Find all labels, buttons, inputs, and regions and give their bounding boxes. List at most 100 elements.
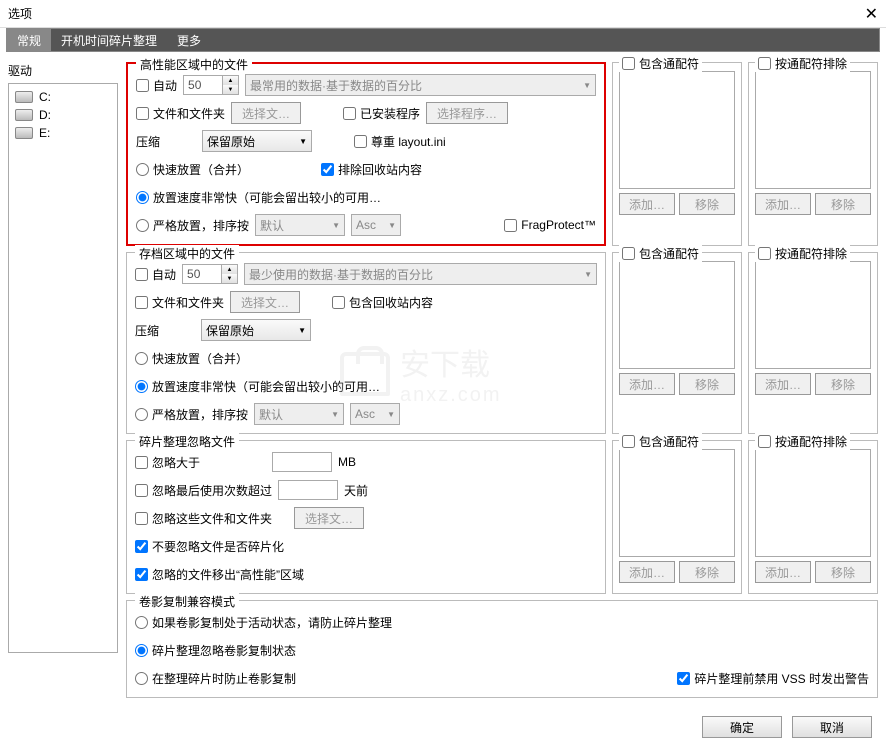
days-input[interactable]	[278, 480, 338, 500]
exclude-wildcard-list[interactable]	[755, 71, 871, 189]
exclude-wildcard-list[interactable]	[755, 261, 871, 369]
auto-spinner[interactable]: ▲▼	[183, 75, 239, 95]
sort-dir-select[interactable]: Asc▼	[350, 403, 400, 425]
tab-general[interactable]: 常规	[7, 29, 51, 51]
tab-boot-defrag[interactable]: 开机时间碎片整理	[51, 29, 167, 51]
add-button[interactable]: 添加…	[755, 373, 811, 395]
data-select[interactable]: 最少使用的数据·基于数据的百分比▼	[244, 263, 597, 285]
drive-icon	[15, 127, 33, 139]
chevron-down-icon: ▼	[387, 410, 395, 419]
cancel-button[interactable]: 取消	[792, 716, 872, 738]
select-programs-button[interactable]: 选择程序…	[426, 102, 508, 124]
compress-label: 压缩	[136, 133, 196, 150]
add-button[interactable]: 添加…	[755, 561, 811, 583]
sort-select[interactable]: 默认▼	[255, 214, 345, 236]
include-wildcard-list[interactable]	[619, 449, 735, 557]
ignore-these-checkbox[interactable]: 忽略这些文件和文件夹	[135, 510, 272, 527]
chevron-up-icon: ▲	[222, 265, 237, 274]
drives-list[interactable]: C: D: E:	[8, 83, 118, 653]
select-files-button[interactable]: 选择文…	[231, 102, 301, 124]
very-fast-radio[interactable]: 放置速度非常快（可能会留出较小的可用…	[135, 378, 380, 395]
ignore-title: 碎片整理忽略文件	[135, 433, 239, 450]
ok-button[interactable]: 确定	[702, 716, 782, 738]
add-button[interactable]: 添加…	[619, 561, 675, 583]
sort-select[interactable]: 默认▼	[254, 403, 344, 425]
chevron-down-icon: ▼	[331, 410, 339, 419]
remove-button[interactable]: 移除	[679, 561, 735, 583]
chevron-down-icon: ▼	[299, 137, 307, 146]
compress-select[interactable]: 保留原始▼	[201, 319, 311, 341]
vss-warn-checkbox[interactable]: 碎片整理前禁用 VSS 时发出警告	[677, 670, 869, 687]
ignore-larger-checkbox[interactable]: 忽略大于	[135, 454, 200, 471]
archive-title: 存档区域中的文件	[135, 245, 239, 262]
fragprotect-checkbox[interactable]: FragProtect™	[504, 218, 596, 232]
remove-button[interactable]: 移除	[815, 561, 871, 583]
strict-place-radio[interactable]: 严格放置，排序按	[136, 217, 249, 234]
volume-title: 卷影复制兼容模式	[135, 593, 239, 610]
chevron-down-icon: ▼	[388, 221, 396, 230]
exclude-wildcard-box: 按通配符排除 添加…移除	[748, 62, 878, 246]
vss-opt1-radio[interactable]: 如果卷影复制处于活动状态，请防止碎片整理	[135, 614, 392, 631]
window-title: 选项	[8, 5, 32, 22]
high-perf-title: 高性能区域中的文件	[136, 56, 252, 73]
vss-opt2-radio[interactable]: 碎片整理忽略卷影复制状态	[135, 642, 296, 659]
fast-place-radio[interactable]: 快速放置（合并）	[135, 350, 248, 367]
fast-place-radio[interactable]: 快速放置（合并）	[136, 161, 249, 178]
remove-button[interactable]: 移除	[815, 373, 871, 395]
drive-item-e[interactable]: E:	[13, 124, 113, 142]
drive-icon	[15, 109, 33, 121]
exclude-wildcard-checkbox[interactable]: 按通配符排除	[758, 245, 847, 262]
drives-label: 驱动	[8, 62, 118, 79]
chevron-down-icon: ▼	[222, 274, 237, 283]
include-recycle-checkbox[interactable]: 包含回收站内容	[332, 294, 433, 311]
tab-bar: 常规 开机时间碎片整理 更多	[6, 28, 880, 52]
very-fast-radio[interactable]: 放置速度非常快（可能会留出较小的可用…	[136, 189, 381, 206]
add-button[interactable]: 添加…	[619, 193, 675, 215]
remove-button[interactable]: 移除	[679, 373, 735, 395]
data-select[interactable]: 最常用的数据·基于数据的百分比▼	[245, 74, 596, 96]
drive-item-d[interactable]: D:	[13, 106, 113, 124]
ignore-last-use-checkbox[interactable]: 忽略最后使用次数超过	[135, 482, 272, 499]
close-icon[interactable]: ✕	[865, 4, 878, 24]
chevron-down-icon: ▼	[223, 85, 238, 94]
compress-select[interactable]: 保留原始▼	[202, 130, 312, 152]
include-wildcard-checkbox[interactable]: 包含通配符	[622, 433, 699, 450]
chevron-down-icon: ▼	[583, 81, 591, 90]
exclude-wildcard-box: 按通配符排除 添加…移除	[748, 440, 878, 594]
exclude-wildcard-checkbox[interactable]: 按通配符排除	[758, 433, 847, 450]
select-files-button[interactable]: 选择文…	[294, 507, 364, 529]
exclude-wildcard-checkbox[interactable]: 按通配符排除	[758, 55, 847, 72]
include-wildcard-checkbox[interactable]: 包含通配符	[622, 55, 699, 72]
not-ignore-frag-checkbox[interactable]: 不要忽略文件是否碎片化	[135, 538, 284, 555]
tab-more[interactable]: 更多	[167, 29, 211, 51]
files-folders-checkbox[interactable]: 文件和文件夹	[136, 105, 225, 122]
respect-layout-checkbox[interactable]: 尊重 layout.ini	[354, 133, 446, 150]
archive-group: 存档区域中的文件 自动 ▲▼ 最少使用的数据·基于数据的百分比▼ 文件和文件夹 …	[126, 252, 606, 434]
add-button[interactable]: 添加…	[755, 193, 811, 215]
remove-button[interactable]: 移除	[679, 193, 735, 215]
files-folders-checkbox[interactable]: 文件和文件夹	[135, 294, 224, 311]
remove-button[interactable]: 移除	[815, 193, 871, 215]
volume-group: 卷影复制兼容模式 如果卷影复制处于活动状态，请防止碎片整理 碎片整理忽略卷影复制…	[126, 600, 878, 698]
auto-checkbox[interactable]: 自动	[136, 77, 177, 94]
exclude-wildcard-list[interactable]	[755, 449, 871, 557]
mb-input[interactable]	[272, 452, 332, 472]
strict-place-radio[interactable]: 严格放置，排序按	[135, 406, 248, 423]
drive-item-c[interactable]: C:	[13, 88, 113, 106]
add-button[interactable]: 添加…	[619, 373, 675, 395]
move-ignored-checkbox[interactable]: 忽略的文件移出“高性能”区域	[135, 566, 304, 583]
days-label: 天前	[344, 482, 368, 499]
select-files-button[interactable]: 选择文…	[230, 291, 300, 313]
installed-programs-checkbox[interactable]: 已安装程序	[343, 105, 420, 122]
vss-opt3-radio[interactable]: 在整理碎片时防止卷影复制	[135, 670, 296, 687]
exclude-wildcard-box: 按通配符排除 添加…移除	[748, 252, 878, 434]
mb-label: MB	[338, 455, 356, 469]
auto-spinner[interactable]: ▲▼	[182, 264, 238, 284]
include-wildcard-list[interactable]	[619, 261, 735, 369]
include-wildcard-checkbox[interactable]: 包含通配符	[622, 245, 699, 262]
auto-checkbox[interactable]: 自动	[135, 266, 176, 283]
sort-dir-select[interactable]: Asc▼	[351, 214, 401, 236]
include-wildcard-list[interactable]	[619, 71, 735, 189]
chevron-down-icon: ▼	[332, 221, 340, 230]
exclude-recycle-checkbox[interactable]: 排除回收站内容	[321, 161, 422, 178]
